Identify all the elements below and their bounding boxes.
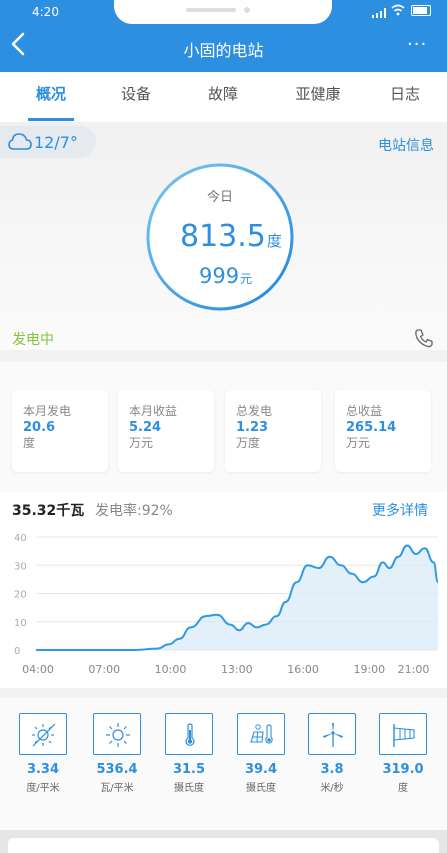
sensor-value: 39.4 (244, 762, 278, 777)
active-tab-indicator (28, 118, 74, 121)
weather-chip[interactable]: 12/7° (0, 126, 96, 158)
tab-bar: 概况 设备 故障 亚健康 日志 (0, 72, 447, 122)
sensor-unit: 瓦/平米 (100, 783, 134, 794)
power-chart: 0 10 20 30 40 04:00 07:00 10:00 13:00 16:00 19:00 2… (14, 533, 439, 676)
page-title: 小固的电站 (183, 41, 264, 60)
tab-devices[interactable]: 设备 (88, 72, 184, 122)
phone-notch (114, 0, 332, 24)
more-button[interactable]: ··· (407, 34, 439, 55)
sensor-icon-box (93, 713, 141, 755)
speaker-slot (186, 8, 236, 12)
chart-area-fill (36, 545, 438, 650)
today-income-value: 999 (199, 264, 240, 288)
stat-unit: 万元 (129, 436, 154, 450)
sensor-icon-box (237, 713, 285, 755)
sensor-value: 319.0 (382, 762, 424, 777)
stat-value: 20.6 (23, 420, 56, 435)
chart-y-tick-label: 20 (14, 590, 27, 601)
sun-day-icon (32, 723, 56, 747)
station-info-link[interactable]: 电站信息 (378, 135, 434, 155)
sensor-unit: 米/秒 (320, 783, 344, 794)
stat-card-month-income[interactable]: 本月收益 5.24 万元 (118, 390, 214, 472)
wifi-icon (391, 4, 405, 16)
status-time: 4:20 (32, 5, 59, 19)
stat-unit: 度 (23, 436, 36, 450)
sensor-icon-box (19, 713, 67, 755)
wind-direction-icon (393, 724, 415, 747)
chart-x-tick-label: 04:00 (22, 663, 54, 676)
stat-value: 265.14 (346, 420, 397, 435)
stat-card-total-income[interactable]: 总收益 265.14 万元 (335, 390, 431, 472)
back-arrow-icon[interactable] (8, 30, 28, 58)
tab-logs[interactable]: 日志 (357, 72, 447, 122)
wind-turbine-icon (323, 723, 343, 747)
sensor-wind-direction[interactable]: 319.0 度 (370, 713, 430, 823)
camera-dot (244, 7, 250, 13)
phone-icon[interactable] (413, 327, 435, 349)
sensor-icon-box (379, 713, 427, 755)
generation-rate: 发电率:92% (95, 503, 173, 519)
sensor-icon-box (308, 713, 356, 755)
status-icons (372, 4, 434, 18)
next-card-preview (8, 838, 439, 853)
current-power: 35.32千瓦 (12, 503, 85, 519)
sun-icon (106, 723, 130, 747)
weather-temperature: 12/7° (34, 133, 78, 152)
sensor-value: 3.8 (320, 762, 344, 777)
stat-card-total-energy[interactable]: 总发电 1.23 万度 (225, 390, 321, 472)
chart-y-tick-label: 0 (14, 646, 20, 657)
thermometer-icon (185, 723, 195, 746)
sensor-value: 536.4 (96, 762, 138, 777)
chart-x-tick-label: 10:00 (155, 663, 187, 676)
chart-y-tick-label: 40 (14, 533, 27, 544)
sensor-ambient-temperature[interactable]: 31.5 摄氏度 (156, 713, 216, 823)
chart-x-tick-label: 13:00 (221, 663, 253, 676)
tab-sub-health[interactable]: 亚健康 (270, 72, 366, 122)
signal-icon (372, 8, 386, 18)
chart-x-tick-label: 16:00 (287, 663, 319, 676)
stat-label: 本月发电 (23, 404, 72, 418)
cloud-icon (8, 133, 32, 150)
panel-temperature-icon (250, 724, 273, 744)
today-income: 999元 (199, 264, 252, 288)
sensor-value: 3.34 (26, 762, 60, 777)
stat-value: 1.23 (236, 420, 269, 435)
sensor-irradiation-daily[interactable]: 3.34 度/平米 (10, 713, 70, 823)
app-header: 4:20 小固的电站 ··· (0, 0, 447, 72)
generation-status: 发电中 (12, 332, 54, 348)
sensor-irradiance[interactable]: 536.4 瓦/平米 (84, 713, 144, 823)
chart-x-tick-label: 19:00 (353, 663, 385, 676)
chart-y-tick-label: 10 (14, 618, 27, 629)
tab-faults[interactable]: 故障 (175, 72, 271, 122)
sensor-unit: 度/平米 (26, 783, 60, 794)
chart-y-tick-label: 30 (14, 561, 27, 572)
chart-x-tick-label: 07:00 (88, 663, 120, 676)
sensor-icon-box (165, 713, 213, 755)
today-label: 今日 (206, 190, 233, 205)
tab-overview[interactable]: 概况 (0, 72, 102, 122)
sensor-wind-speed[interactable]: 3.8 米/秒 (299, 713, 359, 823)
today-energy-unit: 度 (266, 232, 282, 250)
battery-icon (411, 5, 431, 16)
stat-card-month-energy[interactable]: 本月发电 20.6 度 (12, 390, 108, 472)
more-details-link[interactable]: 更多详情 (372, 500, 428, 520)
sensor-unit: 度 (398, 783, 408, 794)
today-energy: 813.5度 (180, 219, 282, 254)
stat-unit: 万元 (346, 436, 371, 450)
sensor-unit: 摄氏度 (174, 783, 204, 794)
stat-value: 5.24 (129, 420, 162, 435)
chart-x-tick-label: 21:00 (398, 663, 430, 676)
stat-label: 总收益 (346, 404, 383, 418)
sensor-value: 31.5 (172, 762, 206, 777)
sensor-panel-temperature[interactable]: 39.4 摄氏度 (228, 713, 288, 823)
sensor-unit: 摄氏度 (246, 783, 276, 794)
today-income-unit: 元 (240, 272, 253, 286)
stat-unit: 万度 (236, 436, 261, 450)
today-energy-value: 813.5 (180, 219, 266, 254)
stat-label: 本月收益 (129, 404, 178, 418)
stat-label: 总发电 (236, 404, 273, 418)
